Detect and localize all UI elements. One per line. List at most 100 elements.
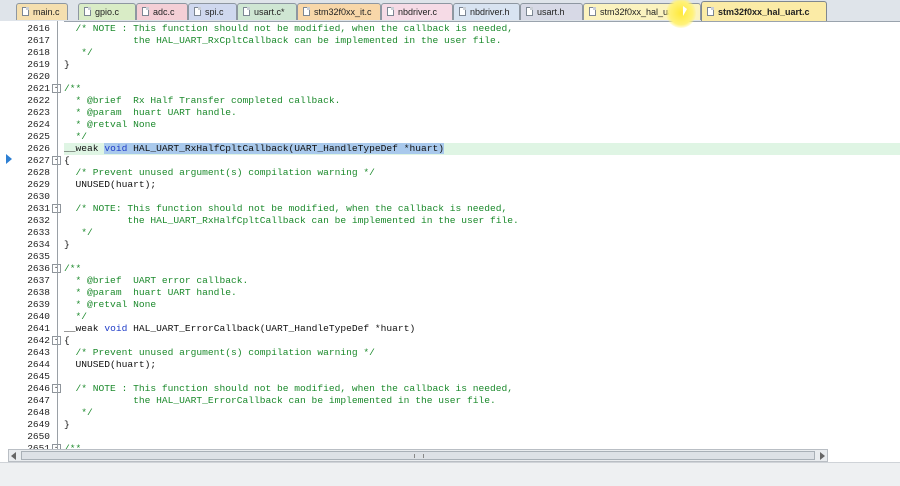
code-line[interactable]: the HAL_UART_RxCpltCallback can be imple… — [64, 35, 900, 47]
code-line[interactable]: { — [64, 155, 900, 167]
line-number: 2645 — [27, 371, 50, 382]
scroll-right-arrow-icon[interactable] — [820, 452, 825, 460]
line-number: 2633 — [27, 227, 50, 238]
tab-stm32f0xx-hal-uart-c[interactable]: stm32f0xx_hal_uart.c — [701, 1, 827, 21]
line-number: 2623 — [27, 107, 50, 118]
code-line[interactable]: /* NOTE : This function should not be mo… — [64, 23, 900, 35]
tab-label: adc.c — [153, 7, 175, 17]
file-icon — [589, 7, 596, 16]
code-line[interactable]: */ — [64, 407, 900, 419]
line-number: 2635 — [27, 251, 50, 262]
line-number: 2618 — [27, 47, 50, 58]
file-icon — [707, 7, 714, 16]
tab-main-c[interactable]: main.c — [16, 3, 68, 20]
code-line[interactable]: } — [64, 59, 900, 71]
tab-gpio-c[interactable]: gpio.c — [78, 3, 136, 20]
line-number: 2646 — [27, 383, 50, 394]
tab-stm32f0xx-it-c[interactable]: stm32f0xx_it.c — [297, 3, 381, 20]
code-line[interactable]: __weak void HAL_UART_RxHalfCpltCallback(… — [64, 143, 900, 155]
tab-label: nbdriver.c — [398, 7, 438, 17]
line-number: 2643 — [27, 347, 50, 358]
scrollbar-grip-icon — [414, 454, 424, 458]
tab-nbdriver-c[interactable]: nbdriver.c — [381, 3, 453, 20]
line-number: 2622 — [27, 95, 50, 106]
file-icon — [194, 7, 201, 16]
tab-label: spi.c — [205, 7, 224, 17]
code-line[interactable] — [64, 371, 900, 383]
horizontal-scrollbar[interactable] — [8, 449, 828, 462]
code-line[interactable]: /* NOTE : This function should not be mo… — [64, 383, 900, 395]
line-number: 2634 — [27, 239, 50, 250]
code-line[interactable]: /* NOTE: This function should not be mod… — [64, 203, 900, 215]
line-number: 2637 — [27, 275, 50, 286]
file-icon — [526, 7, 533, 16]
line-number: 2621 — [27, 83, 50, 94]
file-icon — [303, 7, 310, 16]
line-number: 2641 — [27, 323, 50, 334]
line-number: 2632 — [27, 215, 50, 226]
file-icon — [387, 7, 394, 16]
line-number: 2625 — [27, 131, 50, 142]
line-number: 2640 — [27, 311, 50, 322]
code-line[interactable]: */ — [64, 311, 900, 323]
line-number: 2642 — [27, 335, 50, 346]
code-line[interactable]: UNUSED(huart); — [64, 179, 900, 191]
file-icon — [84, 7, 91, 16]
line-number: 2619 — [27, 59, 50, 70]
line-number: 2638 — [27, 287, 50, 298]
tab-nbdriver-h[interactable]: nbdriver.h — [453, 3, 520, 20]
line-number: 2631 — [27, 203, 50, 214]
tab-usart-h[interactable]: usart.h — [520, 3, 583, 20]
code-line[interactable]: /** — [64, 263, 900, 275]
line-number-gutter: 2616 2617 2618 2619 2620 2621 2622 2623 2624 2625… — [0, 21, 52, 454]
code-line[interactable]: __weak void HAL_UART_ErrorCallback(UART_… — [64, 323, 900, 335]
scrollbar-thumb[interactable] — [21, 451, 815, 460]
code-line[interactable]: */ — [64, 227, 900, 239]
code-editor[interactable]: /* NOTE : This function should not be mo… — [64, 21, 900, 449]
line-number: 2630 — [27, 191, 50, 202]
code-line[interactable]: * @param huart UART handle. — [64, 107, 900, 119]
code-line[interactable]: /* Prevent unused argument(s) compilatio… — [64, 167, 900, 179]
code-line[interactable]: UNUSED(huart); — [64, 359, 900, 371]
tab-label: usart.h — [537, 7, 565, 17]
file-icon — [22, 7, 29, 16]
line-number: 2628 — [27, 167, 50, 178]
code-line[interactable]: * @retval None — [64, 299, 900, 311]
fold-margin: ------- — [52, 21, 64, 453]
code-line[interactable]: /** — [64, 83, 900, 95]
line-number: 2648 — [27, 407, 50, 418]
tab-label: main.c — [33, 7, 60, 17]
mouse-pointer-icon — [683, 6, 687, 16]
code-line[interactable] — [64, 71, 900, 83]
code-line[interactable]: /* Prevent unused argument(s) compilatio… — [64, 347, 900, 359]
fold-guide-line — [57, 21, 58, 449]
line-number: 2649 — [27, 419, 50, 430]
code-line[interactable]: * @brief UART error callback. — [64, 275, 900, 287]
code-line[interactable]: * @retval None — [64, 119, 900, 131]
code-line[interactable] — [64, 251, 900, 263]
tab-label: gpio.c — [95, 7, 120, 17]
scroll-left-arrow-icon[interactable] — [11, 452, 16, 460]
code-line[interactable] — [64, 431, 900, 443]
tab-spi-c[interactable]: spi.c — [188, 3, 237, 20]
tab-bar: main.c gpio.c adc.c spi.c usart.c* stm32f0xx_… — [0, 0, 900, 22]
code-line[interactable]: * @param huart UART handle. — [64, 287, 900, 299]
code-line[interactable]: the HAL_UART_RxHalfCpltCallback can be i… — [64, 215, 900, 227]
tab-adc-c[interactable]: adc.c — [136, 3, 188, 20]
line-number: 2620 — [27, 71, 50, 82]
code-line[interactable] — [64, 191, 900, 203]
tab-usart-c[interactable]: usart.c* — [237, 3, 297, 20]
current-line-arrow-icon — [6, 154, 12, 164]
tab-label: nbdriver.h — [470, 7, 510, 17]
line-number: 2624 — [27, 119, 50, 130]
code-line[interactable]: } — [64, 419, 900, 431]
code-line[interactable]: */ — [64, 47, 900, 59]
code-line[interactable]: } — [64, 239, 900, 251]
code-line[interactable]: the HAL_UART_ErrorCallback can be implem… — [64, 395, 900, 407]
tab-label: stm32f0xx_it.c — [314, 7, 372, 17]
status-area — [0, 462, 900, 486]
code-line[interactable]: { — [64, 335, 900, 347]
code-line[interactable]: * @brief Rx Half Transfer completed call… — [64, 95, 900, 107]
line-number: 2629 — [27, 179, 50, 190]
code-line[interactable]: */ — [64, 131, 900, 143]
